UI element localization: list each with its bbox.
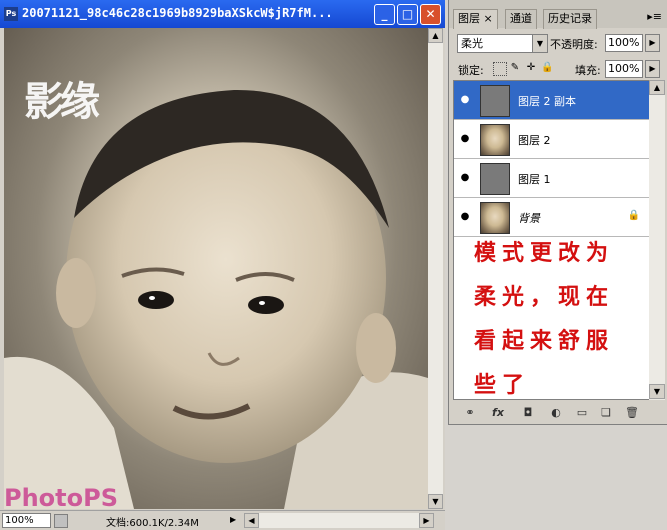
tab-layers[interactable]: 图层 ×	[453, 9, 498, 29]
layer-name: 背景	[518, 212, 540, 225]
fill-arrow-icon[interactable]: ▶	[645, 60, 660, 78]
lock-brush-icon[interactable]: ✎	[509, 62, 521, 74]
opacity-label: 不透明度:	[550, 38, 598, 51]
blend-mode-select[interactable]: 柔光 ▼	[457, 34, 548, 53]
yingyuan-logo: 影缘	[24, 78, 100, 125]
fx-icon[interactable]: fx	[491, 406, 505, 420]
fill-input[interactable]: 100%	[605, 60, 643, 78]
blend-mode-value: 柔光	[461, 37, 483, 50]
layer-row[interactable]: ● 图层 2 副本	[454, 81, 650, 120]
eye-icon[interactable]: ●	[458, 133, 472, 145]
image-canvas[interactable]: 影缘 PhotoPS	[4, 28, 428, 509]
lock-icon: 🔒	[627, 210, 640, 221]
tab-channels[interactable]: 通道	[505, 9, 537, 29]
layer-name: 图层 2 副本	[518, 95, 576, 108]
status-options-icon[interactable]	[54, 514, 68, 528]
scroll-up-arrow[interactable]: ▲	[649, 80, 665, 95]
trash-icon[interactable]: 🗑	[625, 406, 639, 420]
layer-name: 图层 1	[518, 173, 551, 186]
scroll-left-arrow[interactable]: ◀	[244, 513, 259, 528]
lock-move-icon[interactable]: ✛	[525, 62, 537, 74]
document-title: 20071121_98c46c28c1969b8929baXSkcW$jR7fM…	[22, 6, 333, 20]
opacity-arrow-icon[interactable]: ▶	[645, 34, 660, 52]
panel-footer: ⚭ fx ◘ ◐ ▭ ❏ 🗑	[449, 402, 667, 424]
eye-icon[interactable]: ●	[458, 172, 472, 184]
lock-all-icon[interactable]: 🔒	[541, 62, 553, 74]
panel-tabs: 图层 × 通道 历史记录 ▸≡	[449, 0, 667, 29]
annotation-line: 柔光，现在	[474, 284, 615, 310]
layer-thumbnail	[480, 202, 510, 234]
layer-row[interactable]: ● 图层 1	[454, 159, 650, 198]
info-arrow-icon[interactable]: ▶	[230, 515, 236, 524]
lock-transparent-icon[interactable]	[493, 62, 507, 76]
document-vertical-scrollbar[interactable]: ▲ ▼	[428, 28, 443, 509]
layer-row[interactable]: ● 图层 2	[454, 120, 650, 159]
document-horizontal-scrollbar[interactable]: ◀ ▶	[244, 513, 434, 528]
layers-panel: 图层 × 通道 历史记录 ▸≡ 柔光 ▼ 不透明度: 100% ▶ 锁定: ✎ …	[448, 0, 667, 425]
panel-menu-icon[interactable]: ▸≡	[647, 10, 662, 23]
layer-name: 图层 2	[518, 134, 551, 147]
tab-layers-label: 图层	[458, 12, 480, 25]
fill-label: 填充:	[575, 64, 601, 77]
scroll-up-arrow[interactable]: ▲	[428, 28, 443, 43]
photoshop-icon: Ps	[4, 7, 18, 21]
annotation-line: 模式更改为	[474, 240, 615, 266]
annotation-text: 模式更改为 柔光，现在 看起来舒服 些了	[474, 231, 644, 407]
lock-label: 锁定:	[458, 64, 484, 77]
minimize-button[interactable]: _	[374, 4, 395, 25]
document-window: Ps 20071121_98c46c28c1969b8929baXSkcW$jR…	[0, 0, 445, 530]
chevron-down-icon[interactable]: ▼	[532, 35, 547, 52]
layer-thumbnail	[480, 163, 510, 195]
tab-history[interactable]: 历史记录	[543, 9, 597, 29]
photops-watermark: PhotoPS	[4, 484, 118, 509]
annotation-line: 看起来舒服	[474, 328, 615, 354]
document-statusbar: 100% 文档:600.1K/2.34M ▶ ◀ ▶	[0, 510, 445, 530]
scroll-right-arrow[interactable]: ▶	[419, 513, 434, 528]
opacity-input[interactable]: 100%	[605, 34, 643, 52]
scroll-down-arrow[interactable]: ▼	[649, 384, 665, 399]
zoom-field[interactable]: 100%	[2, 513, 51, 528]
eye-icon[interactable]: ●	[458, 94, 472, 106]
maximize-button[interactable]: □	[397, 4, 418, 25]
folder-icon[interactable]: ▭	[575, 406, 589, 420]
close-button[interactable]: ✕	[420, 4, 441, 25]
annotation-line: 些了	[474, 372, 531, 398]
document-titlebar[interactable]: Ps 20071121_98c46c28c1969b8929baXSkcW$jR…	[0, 0, 445, 28]
adjustment-icon[interactable]: ◐	[549, 406, 563, 420]
layers-scrollbar[interactable]: ▲ ▼	[649, 80, 665, 400]
layer-thumbnail	[480, 85, 510, 117]
scroll-down-arrow[interactable]: ▼	[428, 494, 443, 509]
new-layer-icon[interactable]: ❏	[599, 406, 613, 420]
mask-icon[interactable]: ◘	[521, 406, 535, 420]
tab-close-icon[interactable]: ×	[484, 12, 493, 25]
layer-thumbnail	[480, 124, 510, 156]
link-icon[interactable]: ⚭	[463, 406, 477, 420]
document-size-info: 文档:600.1K/2.34M	[106, 518, 199, 529]
eye-icon[interactable]: ●	[458, 211, 472, 223]
layers-list: ● 图层 2 副本 ● 图层 2 ● 图层 1 ● 背景 🔒 模式更改为 柔光，…	[453, 80, 651, 400]
